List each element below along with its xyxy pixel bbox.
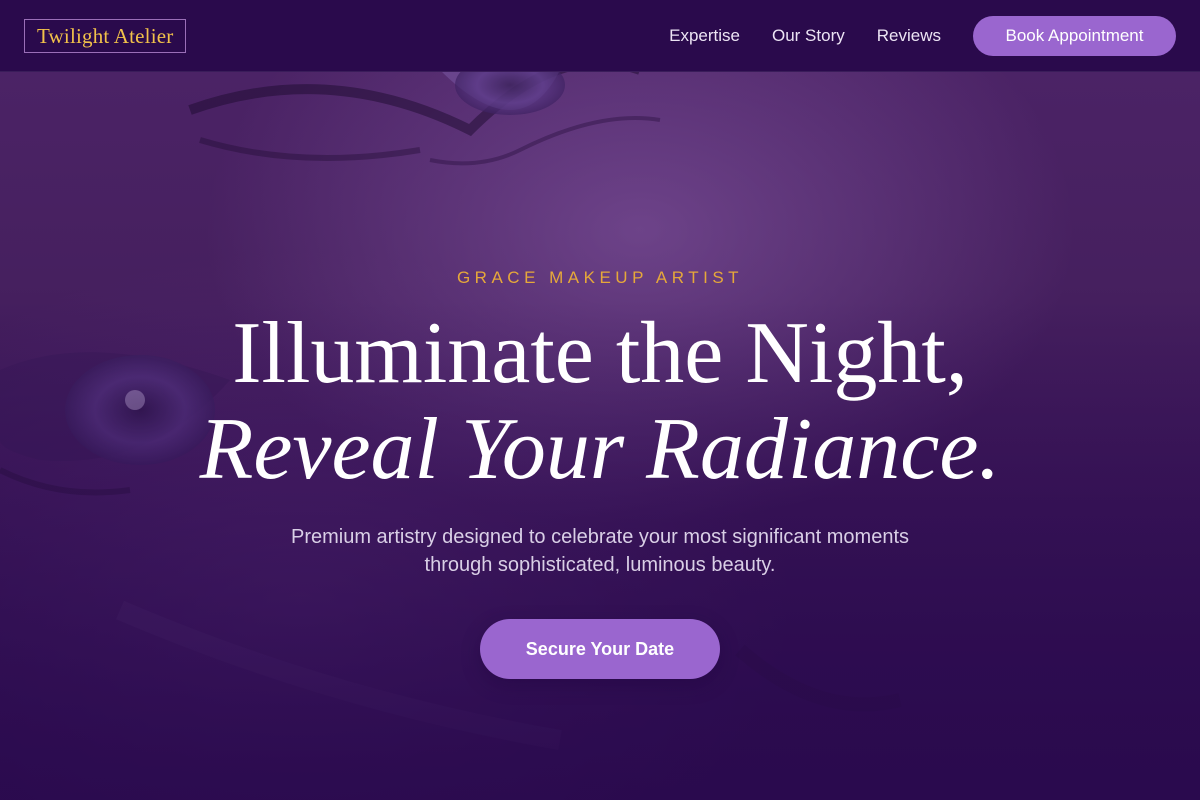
top-navbar: Twilight Atelier Expertise Our Story Rev… [0, 0, 1200, 72]
hero-section: GRACE MAKEUP ARTIST Illuminate the Night… [0, 0, 1200, 800]
book-appointment-button[interactable]: Book Appointment [973, 15, 1176, 56]
brand-logo[interactable]: Twilight Atelier [24, 18, 187, 53]
nav-link-reviews[interactable]: Reviews [877, 26, 941, 46]
hero-headline-line-1: Illuminate the Night, [232, 305, 968, 402]
nav-link-expertise[interactable]: Expertise [669, 26, 740, 46]
nav-link-our-story[interactable]: Our Story [772, 26, 845, 46]
hero-headline-line-2: Reveal Your Radiance. [199, 401, 1001, 498]
main-nav: Expertise Our Story Reviews Book Appoint… [669, 15, 1176, 56]
hero-eyebrow: GRACE MAKEUP ARTIST [456, 268, 744, 287]
secure-your-date-button[interactable]: Secure Your Date [480, 619, 720, 679]
hero-headline: Illuminate the Night, Reveal Your Radian… [0, 306, 1200, 498]
hero-subtext: Premium artistry designed to celebrate y… [290, 526, 910, 576]
